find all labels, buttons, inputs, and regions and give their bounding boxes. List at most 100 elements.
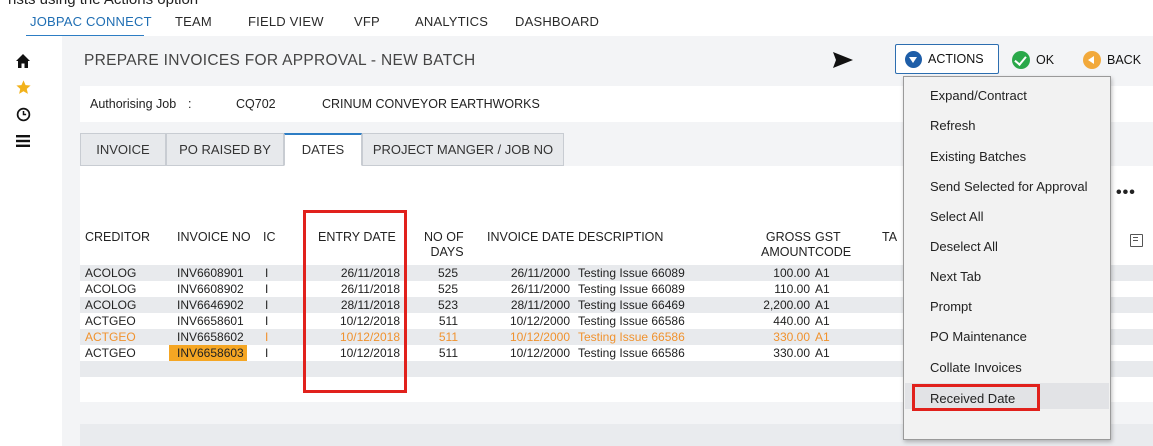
actions-label: ACTIONS bbox=[928, 52, 984, 66]
check-icon bbox=[1012, 51, 1030, 69]
cell-days: 525 bbox=[437, 266, 458, 280]
col-no-of-days[interactable]: NO OF DAYS bbox=[424, 230, 464, 259]
col-gross-line1: GROSS bbox=[765, 230, 811, 244]
cell-gross: 440.00 bbox=[773, 314, 810, 328]
menu-item-send-selected[interactable]: Send Selected for Approval bbox=[930, 179, 1088, 194]
col-gross-line2: AMOUNT bbox=[761, 245, 816, 259]
menu-item-select-all[interactable]: Select All bbox=[930, 209, 983, 224]
col-invoice-no[interactable]: INVOICE NO bbox=[177, 230, 251, 244]
page-title: PREPARE INVOICES FOR APPROVAL - NEW BATC… bbox=[84, 52, 476, 69]
cell-invoice-date: 26/11/2000 bbox=[510, 266, 570, 280]
send-icon[interactable] bbox=[832, 51, 854, 69]
cell-creditor: ACTGEO bbox=[85, 314, 136, 328]
cell-invoice-no: INV6646902 bbox=[177, 298, 244, 312]
cell-gst: A1 bbox=[815, 298, 830, 312]
tab-dates[interactable]: DATES bbox=[284, 133, 362, 166]
cell-ic: I bbox=[265, 314, 269, 328]
menu-item-prompt[interactable]: Prompt bbox=[930, 299, 972, 314]
top-nav: JOBPAC CONNECT TEAM FIELD VIEW VFP ANALY… bbox=[0, 8, 1153, 37]
back-arrow-icon bbox=[1083, 51, 1101, 69]
cell-description: Testing Issue 66089 bbox=[578, 266, 685, 280]
cell-invoice-date: 26/11/2000 bbox=[510, 282, 570, 296]
nav-analytics[interactable]: ANALYTICS bbox=[415, 8, 488, 36]
job-name: CRINUM CONVEYOR EARTHWORKS bbox=[322, 97, 540, 111]
cell-gst: A1 bbox=[815, 346, 830, 360]
cell-ic: I bbox=[265, 298, 269, 312]
cell-creditor: ACOLOG bbox=[85, 282, 137, 296]
col-no-of-days-line1: NO OF bbox=[424, 230, 464, 244]
cell-ic: I bbox=[265, 330, 269, 344]
column-chooser-icon[interactable] bbox=[1130, 234, 1143, 247]
menu-item-expand-contract[interactable]: Expand/Contract bbox=[930, 88, 1027, 103]
more-options-icon[interactable]: ••• bbox=[1116, 184, 1136, 202]
cell-description: Testing Issue 66586 bbox=[578, 314, 685, 328]
instruction-text: nsts using the Actions option bbox=[8, 0, 198, 8]
cell-days: 525 bbox=[437, 282, 458, 296]
cell-days: 511 bbox=[438, 330, 458, 344]
cell-description: Testing Issue 66089 bbox=[578, 282, 685, 296]
back-label: BACK bbox=[1107, 53, 1142, 67]
cell-description: Testing Issue 66586 bbox=[578, 346, 685, 360]
col-ta[interactable]: TA bbox=[882, 230, 897, 244]
star-icon[interactable] bbox=[14, 79, 32, 97]
cell-gross: 100.00 bbox=[773, 266, 810, 280]
cell-creditor: ACOLOG bbox=[85, 266, 137, 280]
entry-date-highlight-box bbox=[303, 210, 407, 393]
col-gst-line2: CODE bbox=[815, 245, 852, 259]
cell-days: 523 bbox=[437, 298, 458, 312]
tab-invoice[interactable]: INVOICE bbox=[80, 133, 166, 166]
menu-item-existing-batches[interactable]: Existing Batches bbox=[930, 149, 1026, 164]
col-gst-line1: GST bbox=[815, 230, 841, 244]
col-ic[interactable]: IC bbox=[263, 230, 276, 244]
menu-icon[interactable] bbox=[14, 134, 32, 152]
received-date-highlight-box bbox=[912, 384, 1040, 411]
job-label: Authorising Job bbox=[90, 97, 177, 111]
menu-item-deselect-all[interactable]: Deselect All bbox=[930, 239, 998, 254]
cell-creditor: ACTGEO bbox=[85, 346, 136, 360]
cell-invoice-date: 10/12/2000 bbox=[509, 314, 570, 328]
cell-gst: A1 bbox=[815, 282, 830, 296]
cell-gst: A1 bbox=[815, 330, 830, 344]
menu-item-collate-invoices[interactable]: Collate Invoices bbox=[930, 360, 1022, 375]
cell-gross: 110.00 bbox=[774, 282, 810, 296]
cell-gross: 2,200.00 bbox=[763, 298, 810, 312]
cell-invoice-no: INV6658602 bbox=[177, 330, 244, 344]
nav-jobpac-connect[interactable]: JOBPAC CONNECT bbox=[30, 8, 152, 36]
cell-creditor: ACTGEO bbox=[85, 330, 136, 344]
cell-days: 511 bbox=[438, 314, 458, 328]
col-invoice-date[interactable]: INVOICE DATE bbox=[487, 230, 574, 244]
cell-invoice-no: INV6608901 bbox=[177, 266, 244, 280]
col-description[interactable]: DESCRIPTION bbox=[578, 230, 663, 244]
cell-creditor: ACOLOG bbox=[85, 298, 137, 312]
home-icon[interactable] bbox=[14, 53, 32, 71]
cell-gst: A1 bbox=[815, 266, 830, 280]
cell-description: Testing Issue 66586 bbox=[578, 330, 685, 344]
cell-ic: I bbox=[265, 346, 269, 360]
menu-item-refresh[interactable]: Refresh bbox=[930, 118, 976, 133]
cell-ic: I bbox=[265, 282, 269, 296]
col-gross-amount[interactable]: GROSS AMOUNT bbox=[761, 230, 816, 259]
menu-item-next-tab[interactable]: Next Tab bbox=[930, 269, 981, 284]
job-colon: : bbox=[188, 97, 192, 111]
tab-project-manager-job-no[interactable]: PROJECT MANGER / JOB NO bbox=[362, 133, 564, 166]
job-code: CQ702 bbox=[236, 97, 276, 111]
cell-invoice-date: 10/12/2000 bbox=[509, 346, 570, 360]
tab-po-raised-by[interactable]: PO RAISED BY bbox=[166, 133, 284, 166]
clock-icon[interactable] bbox=[14, 107, 32, 125]
cell-invoice-no[interactable]: INV6658603 bbox=[177, 346, 244, 360]
left-rail bbox=[0, 36, 62, 446]
menu-item-po-maintenance[interactable]: PO Maintenance bbox=[930, 329, 1027, 344]
actions-button[interactable]: ACTIONS bbox=[895, 44, 999, 74]
col-creditor[interactable]: CREDITOR bbox=[85, 230, 150, 244]
nav-vfp[interactable]: VFP bbox=[354, 8, 380, 36]
col-gst-code[interactable]: GST CODE bbox=[815, 230, 851, 259]
nav-team[interactable]: TEAM bbox=[175, 8, 212, 36]
nav-field-view[interactable]: FIELD VIEW bbox=[248, 8, 324, 36]
cell-days: 511 bbox=[438, 346, 458, 360]
cell-ic: I bbox=[265, 266, 269, 280]
cell-description: Testing Issue 66469 bbox=[578, 298, 685, 312]
cell-gross: 330.00 bbox=[773, 346, 810, 360]
nav-dashboard[interactable]: DASHBOARD bbox=[515, 8, 599, 36]
cell-invoice-date: 28/11/2000 bbox=[510, 298, 570, 312]
cell-invoice-date: 10/12/2000 bbox=[509, 330, 570, 344]
